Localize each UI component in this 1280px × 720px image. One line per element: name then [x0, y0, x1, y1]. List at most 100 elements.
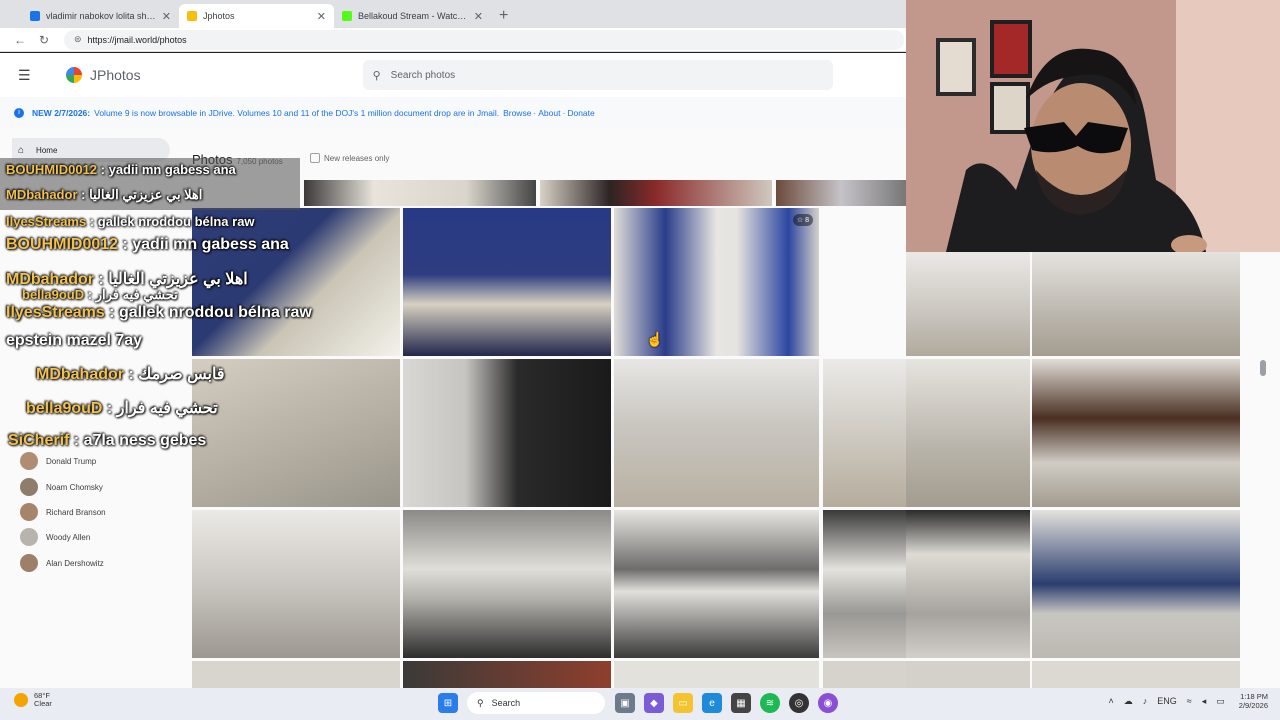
photo-thumbnail[interactable]: [403, 661, 611, 688]
wifi-icon[interactable]: ≈: [1187, 696, 1192, 706]
separator: ·: [533, 108, 537, 118]
photo-thumbnail[interactable]: [304, 180, 536, 206]
copilot-icon[interactable]: ◆: [644, 693, 664, 713]
task-view-icon[interactable]: ▣: [615, 693, 635, 713]
photo-thumbnail[interactable]: [1032, 252, 1240, 356]
photo-thumbnail[interactable]: [823, 510, 906, 658]
photo-thumbnail[interactable]: [823, 359, 906, 507]
photo-thumbnail[interactable]: [906, 661, 1030, 688]
close-icon[interactable]: ✕: [162, 10, 171, 23]
close-icon[interactable]: ✕: [317, 10, 326, 23]
browser-tab-1[interactable]: vladimir nabokov lolita she was lo ✕: [22, 4, 179, 28]
photo-thumbnail[interactable]: [1032, 359, 1240, 507]
url-text: https://jmail.world/photos: [87, 34, 187, 45]
windows-taskbar: 68°F Clear ⊞ ⚲ Search ▣ ◆ ▭ e ▦ ≋ ◎ ◉ ˄ …: [0, 688, 1280, 720]
clock-time: 1:18 PM: [1240, 692, 1268, 701]
announcement-banner: i NEW 2/7/2026: Volume 9 is now browsabl…: [0, 97, 906, 129]
jphotos-favicon-icon: [187, 11, 197, 21]
file-explorer-icon[interactable]: ▭: [673, 693, 693, 713]
app-header: ☰ JPhotos ⚲ Search photos: [0, 53, 906, 97]
search-input[interactable]: ⚲ Search photos: [362, 60, 833, 90]
menu-icon[interactable]: ☰: [18, 67, 38, 84]
spotify-icon[interactable]: ≋: [760, 693, 780, 713]
photo-thumbnail[interactable]: [192, 661, 400, 688]
checkbox-label: New releases only: [324, 153, 390, 163]
sidebar-person-woody-allen[interactable]: Woody Allen: [20, 528, 90, 546]
photo-thumbnail[interactable]: [906, 252, 1030, 356]
reload-icon[interactable]: ↻: [32, 33, 56, 47]
search-icon: ⚲: [372, 69, 381, 82]
new-releases-checkbox[interactable]: New releases only: [310, 153, 389, 163]
tab-label: Bellakoud Stream - Watch Live on: [358, 11, 468, 21]
about-link[interactable]: About: [538, 108, 560, 118]
photo-thumbnail[interactable]: [403, 359, 611, 507]
site-info-icon[interactable]: ⊜: [74, 34, 82, 45]
avatar: [20, 528, 38, 546]
photo-thumbnail[interactable]: [403, 510, 611, 658]
photo-thumbnail[interactable]: [614, 359, 819, 507]
microphone-icon[interactable]: ♪: [1143, 696, 1148, 706]
sidebar-item-label: Home: [36, 145, 58, 155]
new-tab-button[interactable]: +: [499, 4, 508, 28]
url-field[interactable]: ⊜ https://jmail.world/photos: [64, 29, 904, 50]
volume-icon[interactable]: ◂: [1202, 696, 1207, 707]
photo-thumbnail[interactable]: [192, 510, 400, 658]
separator: ·: [562, 108, 566, 118]
kick-favicon-icon: [342, 11, 352, 21]
search-placeholder: Search photos: [390, 69, 456, 81]
browser-tab-3[interactable]: Bellakoud Stream - Watch Live on ✕: [334, 4, 491, 28]
edge-browser-icon[interactable]: e: [702, 693, 722, 713]
sidebar-person-alan-dershowitz[interactable]: Alan Dershowitz: [20, 554, 104, 572]
photo-thumbnail[interactable]: [1032, 661, 1240, 688]
photo-thumbnail[interactable]: [614, 510, 819, 658]
sidebar-person-richard-branson[interactable]: Richard Branson: [20, 503, 106, 521]
photo-thumbnail[interactable]: [614, 661, 819, 688]
windows-start-icon[interactable]: ⊞: [438, 693, 458, 713]
clock[interactable]: 1:18 PM 2/9/2026: [1239, 692, 1268, 711]
photo-thumbnail[interactable]: [776, 180, 906, 206]
person-name: Richard Branson: [46, 507, 106, 517]
sidebar-person-noam-chomsky[interactable]: Noam Chomsky: [20, 478, 103, 496]
avatar: [20, 452, 38, 470]
photo-thumbnail[interactable]: [823, 661, 906, 688]
donate-link[interactable]: Donate: [567, 108, 594, 118]
sidebar-item-home[interactable]: ⌂ Home: [12, 138, 170, 162]
person-name: Alan Dershowitz: [46, 558, 104, 568]
photo-thumbnail[interactable]: [403, 208, 611, 356]
photo-thumbnail[interactable]: [192, 208, 400, 356]
banner-date: NEW 2/7/2026:: [32, 108, 91, 118]
weather-widget[interactable]: 68°F Clear: [14, 691, 52, 709]
twitch-app-icon[interactable]: ◉: [818, 693, 838, 713]
person-name: Woody Allen: [46, 532, 91, 542]
browser-tab-2[interactable]: Jphotos ✕: [179, 4, 334, 28]
photo-thumbnail[interactable]: [1032, 510, 1240, 658]
taskbar-apps: ⊞ ⚲ Search ▣ ◆ ▭ e ▦ ≋ ◎ ◉: [438, 692, 847, 714]
photo-thumbnail[interactable]: [906, 510, 1030, 658]
photos-heading: Photos 7,050 photos: [192, 152, 283, 167]
tab-label: vladimir nabokov lolita she was lo: [46, 11, 156, 21]
language-indicator[interactable]: ENG: [1157, 696, 1177, 706]
photo-thumbnail[interactable]: ☆ 8: [614, 208, 819, 356]
taskbar-search[interactable]: ⚲ Search: [467, 692, 605, 714]
avatar: [20, 554, 38, 572]
battery-icon[interactable]: ▭: [1216, 696, 1225, 707]
cloud-icon[interactable]: ☁: [1124, 696, 1133, 707]
sidebar-person-donald-trump[interactable]: Donald Trump: [20, 452, 96, 470]
info-icon: i: [14, 108, 24, 118]
photo-thumbnail[interactable]: [192, 359, 400, 507]
browse-link[interactable]: Browse: [503, 108, 531, 118]
store-icon[interactable]: ▦: [731, 693, 751, 713]
close-icon[interactable]: ✕: [474, 10, 483, 23]
search-icon: ⚲: [477, 697, 484, 708]
webcam-overlay: [906, 0, 1280, 252]
back-arrow-icon[interactable]: ←: [8, 33, 32, 47]
obs-icon[interactable]: ◎: [789, 693, 809, 713]
photo-thumbnail[interactable]: [540, 180, 772, 206]
person-name: Noam Chomsky: [46, 482, 103, 492]
system-tray: ˄ ☁ ♪ ENG ≈ ◂ ▭ 1:18 PM 2/9/2026: [1099, 692, 1268, 711]
app-title: JPhotos: [90, 67, 141, 83]
chevron-up-icon[interactable]: ˄: [1109, 696, 1114, 706]
photo-thumbnail[interactable]: [906, 359, 1030, 507]
browser-tab-bar: vladimir nabokov lolita she was lo ✕ Jph…: [0, 0, 906, 28]
scrollbar-thumb[interactable]: [1260, 360, 1266, 376]
